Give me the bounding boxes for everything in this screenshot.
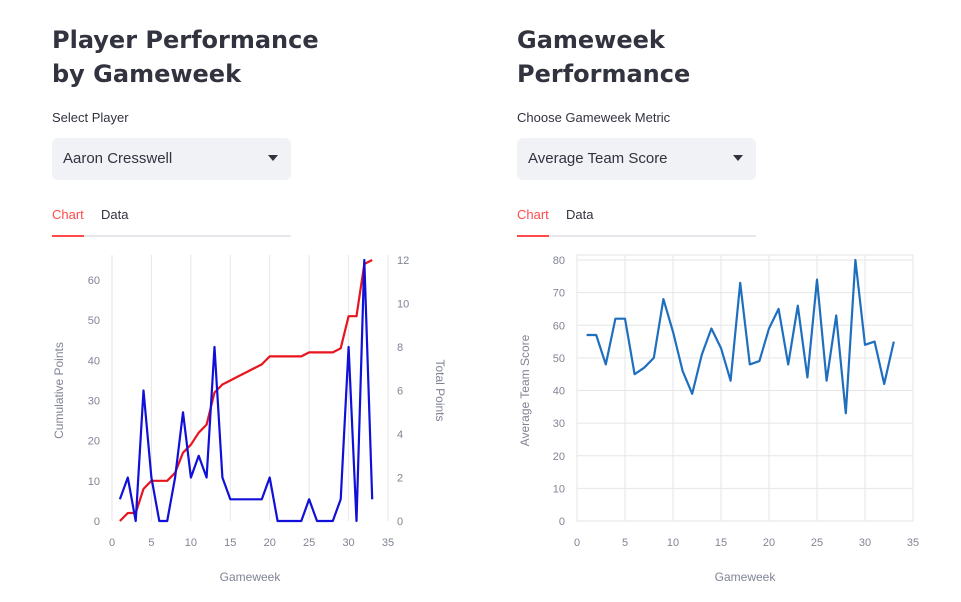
y-tick-label: 60 [88,275,100,287]
y2-tick-label: 0 [397,516,403,528]
y-tick-label: 40 [88,355,100,367]
y-tick-label: 10 [553,483,565,495]
x-tick-label: 35 [907,537,919,549]
gameweek-score-chart: 0 5 10 15 20 25 30 35 0 10 20 30 40 50 60 70 80 Gameweek A… [518,254,919,584]
x-axis-label: Gameweek [715,570,777,584]
y2-tick-label: 10 [397,299,409,311]
y-axis-label: Cumulative Points [52,342,66,439]
y-tick-label: 30 [88,396,100,408]
x-tick-label: 5 [622,537,628,549]
y-tick-label: 0 [94,516,100,528]
x-tick-label: 25 [811,537,823,549]
y-tick-label: 20 [553,451,565,463]
x-tick-label: 10 [185,537,197,549]
x-tick-label: 0 [574,537,580,549]
x-tick-label: 15 [224,537,236,549]
y2-tick-label: 6 [397,386,403,398]
y-tick-label: 0 [559,516,565,528]
x-tick-label: 20 [264,537,276,549]
y-tick-label: 50 [88,315,100,327]
x-tick-label: 35 [382,537,394,549]
y-tick-label: 10 [88,476,100,488]
y-tick-label: 20 [88,436,100,448]
series-line-0 [119,259,373,522]
x-axis-label: Gameweek [220,570,282,584]
x-tick-label: 30 [859,537,871,549]
player-points-chart: 0 5 10 15 20 25 30 350102030405060024681012Tota… [52,255,447,584]
x-tick-label: 20 [763,537,775,549]
y-tick-label: 60 [553,320,565,332]
plot-frame [576,254,914,522]
y-tick-label: 80 [553,255,565,267]
y2-tick-label: 4 [397,429,403,441]
y-tick-label: 70 [553,288,565,300]
y2-tick-label: 12 [397,255,409,267]
y2-tick-label: 2 [397,473,403,485]
y-tick-label: 40 [553,386,565,398]
x-tick-label: 5 [148,537,154,549]
x-tick-label: 10 [667,537,679,549]
y2-tick-label: 8 [397,342,403,354]
y-axis-label: Average Team Score [518,334,532,446]
x-tick-label: 25 [303,537,315,549]
y2-axis-label: Total Points [433,359,447,421]
x-tick-label: 0 [109,537,115,549]
y-tick-label: 30 [553,418,565,430]
x-tick-label: 15 [715,537,727,549]
x-tick-label: 30 [342,537,354,549]
y-tick-label: 50 [553,353,565,365]
